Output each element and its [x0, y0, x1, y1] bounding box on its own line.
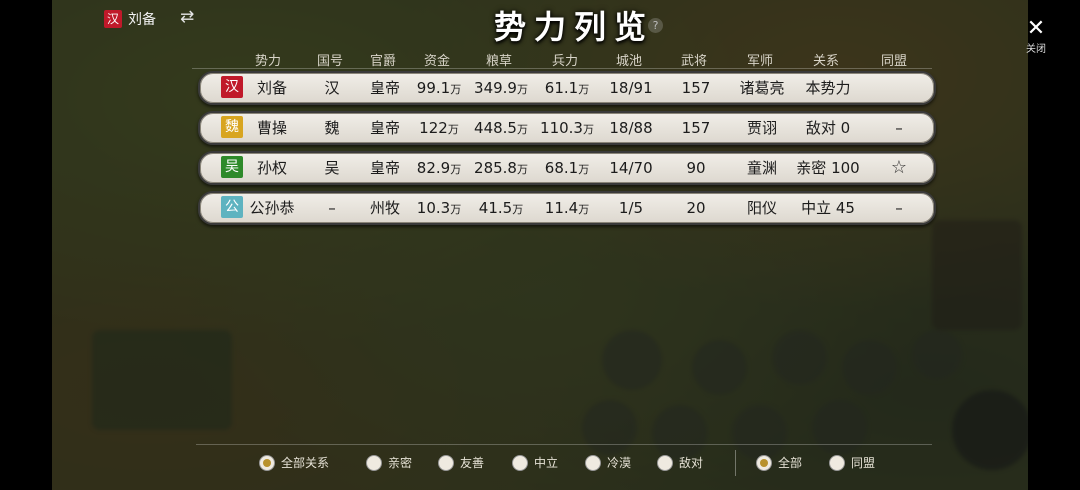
faction-seal: 公	[221, 196, 243, 218]
faction-seal: 吴	[221, 156, 243, 178]
filter-label: 亲密	[388, 456, 413, 470]
faction-seal: 汉	[221, 76, 243, 98]
relation-filter-radio[interactable]: 亲密	[366, 454, 412, 471]
header-country[interactable]: 国号	[317, 50, 343, 69]
faction-row[interactable]: 公公孙恭 – 州牧 10.3万 41.5万 11.4万 1/5 20 阳仪 中立 45 –	[198, 191, 936, 225]
star-icon[interactable]: ☆	[891, 153, 907, 183]
advisor-name: 童渊	[746, 159, 778, 177]
filter-label: 全部关系	[281, 456, 330, 470]
funds-value: 99.1万	[416, 79, 462, 97]
country-name: 吴	[324, 159, 340, 177]
cities-value: 18/91	[609, 79, 653, 97]
troops-value: 68.1万	[544, 159, 590, 177]
filter-label: 同盟	[851, 456, 876, 470]
grain-value: 349.9万	[474, 79, 528, 97]
alliance-filter-radio[interactable]: 全部	[756, 454, 802, 471]
header-advisor[interactable]: 军师	[747, 50, 773, 69]
swap-icon[interactable]: ⇄	[180, 7, 194, 27]
relation-value: 中立 45	[801, 199, 855, 217]
header-rank[interactable]: 官爵	[370, 50, 396, 69]
grain-value: 41.5万	[478, 199, 524, 217]
faction-seal: 魏	[221, 116, 243, 138]
faction-row[interactable]: 魏曹操魏皇帝 122万 448.5万 110.3万 18/88 157 贾诩 敌对 0–	[198, 111, 936, 145]
header-funds[interactable]: 资金	[424, 50, 450, 69]
radio-icon[interactable]	[438, 454, 454, 471]
header-cities[interactable]: 城池	[616, 50, 642, 69]
ruler-name: 孙权	[256, 159, 288, 177]
player-faction-tag[interactable]: 汉 刘备	[104, 9, 156, 29]
close-icon: ✕	[1026, 16, 1046, 41]
screen-bezel-left	[0, 0, 52, 490]
relation-filter-radio[interactable]: 敌对	[657, 454, 703, 471]
funds-value: 122万	[419, 119, 459, 137]
radio-icon[interactable]	[366, 454, 382, 471]
relation-filter-radio[interactable]: 全部关系	[259, 454, 329, 471]
advisor-name: 诸葛亮	[739, 79, 785, 97]
advisor-name: 贾诩	[746, 119, 778, 137]
troops-value: 11.4万	[544, 199, 590, 217]
radio-icon[interactable]	[259, 454, 275, 471]
generals-count: 157	[681, 119, 711, 137]
funds-value: 10.3万	[416, 199, 462, 217]
header-divider	[192, 68, 932, 69]
country-name: –	[328, 199, 336, 217]
ruler-name: 刘备	[256, 79, 288, 97]
relation-value: 亲密 100	[796, 159, 860, 177]
generals-count: 20	[686, 199, 706, 217]
grain-value: 285.8万	[474, 159, 528, 177]
screen-bezel-right	[1028, 0, 1080, 490]
alliance-filter-radio[interactable]: 同盟	[829, 454, 875, 471]
country-name: 魏	[324, 119, 340, 137]
alliance-value: –	[895, 199, 903, 217]
header-generals[interactable]: 武将	[681, 50, 707, 69]
radio-icon[interactable]	[829, 454, 845, 471]
ruler-title: 州牧	[369, 199, 401, 217]
header-alliance[interactable]: 同盟	[881, 50, 907, 69]
relation-value: 本势力	[805, 79, 851, 97]
funds-value: 82.9万	[416, 159, 462, 177]
page-title: 势力列览	[494, 8, 655, 46]
table-header: 势力 国号 官爵 资金 粮草 兵力 城池 武将 军师 关系 同盟	[0, 50, 1080, 69]
footer-divider	[196, 444, 932, 445]
filter-separator	[735, 450, 736, 476]
troops-value: 110.3万	[540, 119, 594, 137]
player-seal: 汉	[104, 10, 122, 28]
ruler-title: 皇帝	[369, 159, 401, 177]
grain-value: 448.5万	[474, 119, 528, 137]
cities-value: 14/70	[609, 159, 653, 177]
header-troops[interactable]: 兵力	[552, 50, 578, 69]
ruler-title: 皇帝	[369, 119, 401, 137]
troops-value: 61.1万	[544, 79, 590, 97]
relation-filter-radio[interactable]: 中立	[512, 454, 558, 471]
cities-value: 18/88	[609, 119, 653, 137]
help-icon[interactable]: ?	[648, 18, 663, 33]
header-faction[interactable]: 势力	[255, 50, 281, 69]
ruler-title: 皇帝	[369, 79, 401, 97]
ruler-name: 曹操	[256, 119, 288, 137]
cities-value: 1/5	[618, 199, 644, 217]
country-name: 汉	[324, 79, 340, 97]
faction-row[interactable]: 汉刘备汉皇帝 99.1万 349.9万 61.1万 18/91 157 诸葛亮 本势力	[198, 71, 936, 105]
radio-icon[interactable]	[756, 454, 772, 471]
relation-filter-radio[interactable]: 冷漠	[585, 454, 631, 471]
filter-label: 冷漠	[607, 456, 632, 470]
filter-label: 全部	[778, 456, 803, 470]
relation-filter-radio[interactable]: 友善	[438, 454, 484, 471]
filter-label: 友善	[460, 456, 485, 470]
radio-icon[interactable]	[585, 454, 601, 471]
relation-value: 敌对 0	[805, 119, 851, 137]
filter-label: 敌对	[679, 456, 704, 470]
filter-label: 中立	[534, 456, 559, 470]
faction-row[interactable]: 吴孙权吴皇帝 82.9万 285.8万 68.1万 14/70 90 童渊 亲密 100 ☆	[198, 151, 936, 185]
generals-count: 90	[686, 159, 706, 177]
header-grain[interactable]: 粮草	[486, 50, 512, 69]
header-relation[interactable]: 关系	[813, 50, 839, 69]
player-name: 刘备	[128, 12, 156, 28]
radio-icon[interactable]	[657, 454, 673, 471]
radio-icon[interactable]	[512, 454, 528, 471]
alliance-value: –	[895, 119, 903, 137]
generals-count: 157	[681, 79, 711, 97]
advisor-name: 阳仪	[746, 199, 778, 217]
ruler-name: 公孙恭	[249, 199, 295, 217]
